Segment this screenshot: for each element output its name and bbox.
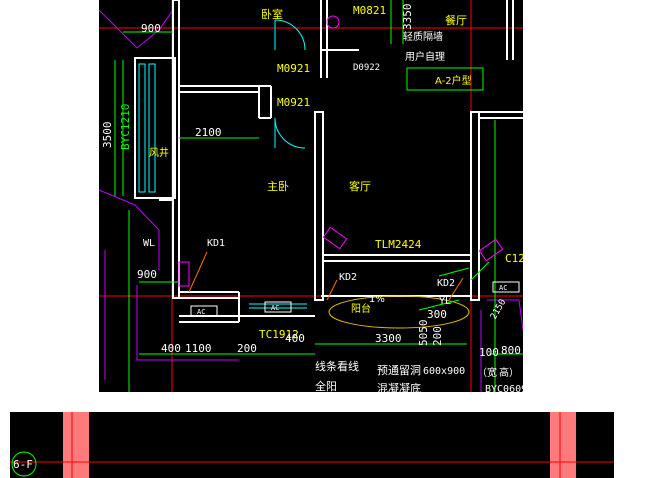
dim-300: 300 bbox=[427, 308, 447, 321]
room-label-living-room: 客厅 bbox=[349, 179, 371, 193]
note-concrete-base: 混凝凝底 bbox=[377, 381, 421, 392]
dim-3300: 3300 bbox=[375, 332, 402, 345]
dim-800: 800 bbox=[501, 344, 521, 357]
note-line-view: 线条看线 bbox=[315, 359, 359, 373]
door-swings bbox=[274, 19, 306, 149]
axis-strip-svg: 6-F bbox=[10, 412, 614, 478]
door-label-m0921-b: M0921 bbox=[277, 96, 310, 109]
window-label-c1218: C1218 bbox=[505, 252, 523, 265]
floor-plan-svg: 卧室 主卧 客厅 餐厅 风井 阳台 M0821 M0921 M0921 D092… bbox=[99, 0, 523, 392]
ac-tag-c: AC bbox=[499, 284, 507, 292]
strip-highlight-right bbox=[550, 412, 576, 478]
axis-label: 6-F bbox=[13, 458, 33, 471]
window-label-byc0609: BYC0609 bbox=[485, 384, 523, 392]
room-label-balcony: 阳台 bbox=[351, 302, 371, 315]
dim-1100: 1100 bbox=[185, 342, 212, 355]
dim-5050: 5050 bbox=[417, 320, 430, 347]
dim-3350: 3350 bbox=[401, 4, 414, 31]
equip-label-yl: YL bbox=[439, 296, 451, 307]
door-label-d0922: D0922 bbox=[353, 63, 380, 73]
walls bbox=[134, 0, 523, 323]
door-label-m0821: M0821 bbox=[353, 4, 386, 17]
equip-label-kd1: KD1 bbox=[207, 238, 225, 249]
note-opening-size: 600x900 bbox=[423, 366, 465, 377]
dim-900-bottom: 900 bbox=[137, 268, 157, 281]
equip-label-kd2-a: KD2 bbox=[339, 272, 357, 283]
ac-tag-a: AC bbox=[197, 308, 205, 316]
dimension-lines bbox=[114, 0, 523, 392]
note-height-close: 高） bbox=[499, 366, 519, 379]
dim-900-top: 900 bbox=[141, 22, 161, 35]
note-width-open: （宽 bbox=[477, 366, 497, 379]
note-light-partition: 轻质隔墙 bbox=[403, 30, 443, 43]
dim-400-a: 400 bbox=[161, 342, 181, 355]
axis-strip: 6-F bbox=[10, 412, 614, 478]
dim-200-a: 200 bbox=[237, 342, 257, 355]
slope-label: 1% bbox=[369, 294, 385, 305]
door-label-m0921-a: M0921 bbox=[277, 62, 310, 75]
ac-tag-b: AC bbox=[271, 304, 279, 312]
dim-200-b: 200 bbox=[431, 326, 444, 346]
strip-highlight-left bbox=[63, 412, 89, 478]
room-label-master-bedroom: 主卧 bbox=[267, 180, 289, 193]
equip-label-wl: WL bbox=[143, 238, 155, 249]
equip-label-kd2-b: KD2 bbox=[437, 278, 455, 289]
dim-2150: 2150 bbox=[489, 298, 509, 322]
door-label-tlm2424: TLM2424 bbox=[375, 238, 422, 251]
dim-2100: 2100 bbox=[195, 126, 222, 139]
dim-400-b: 400 bbox=[285, 332, 305, 345]
note-user-handled: 用户自理 bbox=[405, 50, 445, 63]
dim-3500: 3500 bbox=[101, 122, 114, 149]
dim-100: 100 bbox=[479, 346, 499, 359]
note-full-balcony: 全阳 bbox=[315, 379, 337, 392]
floor-plan-drawing: 卧室 主卧 客厅 餐厅 风井 阳台 M0821 M0921 M0921 D092… bbox=[99, 0, 523, 392]
unit-type-label: A-2户型 bbox=[435, 74, 472, 87]
window-label-byc1210: BYC1210 bbox=[119, 104, 132, 150]
note-reserved-opening: 预通留洞 bbox=[377, 364, 421, 377]
room-label-dining-room: 餐厅 bbox=[445, 13, 467, 27]
room-label-bedroom: 卧室 bbox=[261, 7, 283, 21]
room-label-duct: 风井 bbox=[149, 146, 169, 159]
